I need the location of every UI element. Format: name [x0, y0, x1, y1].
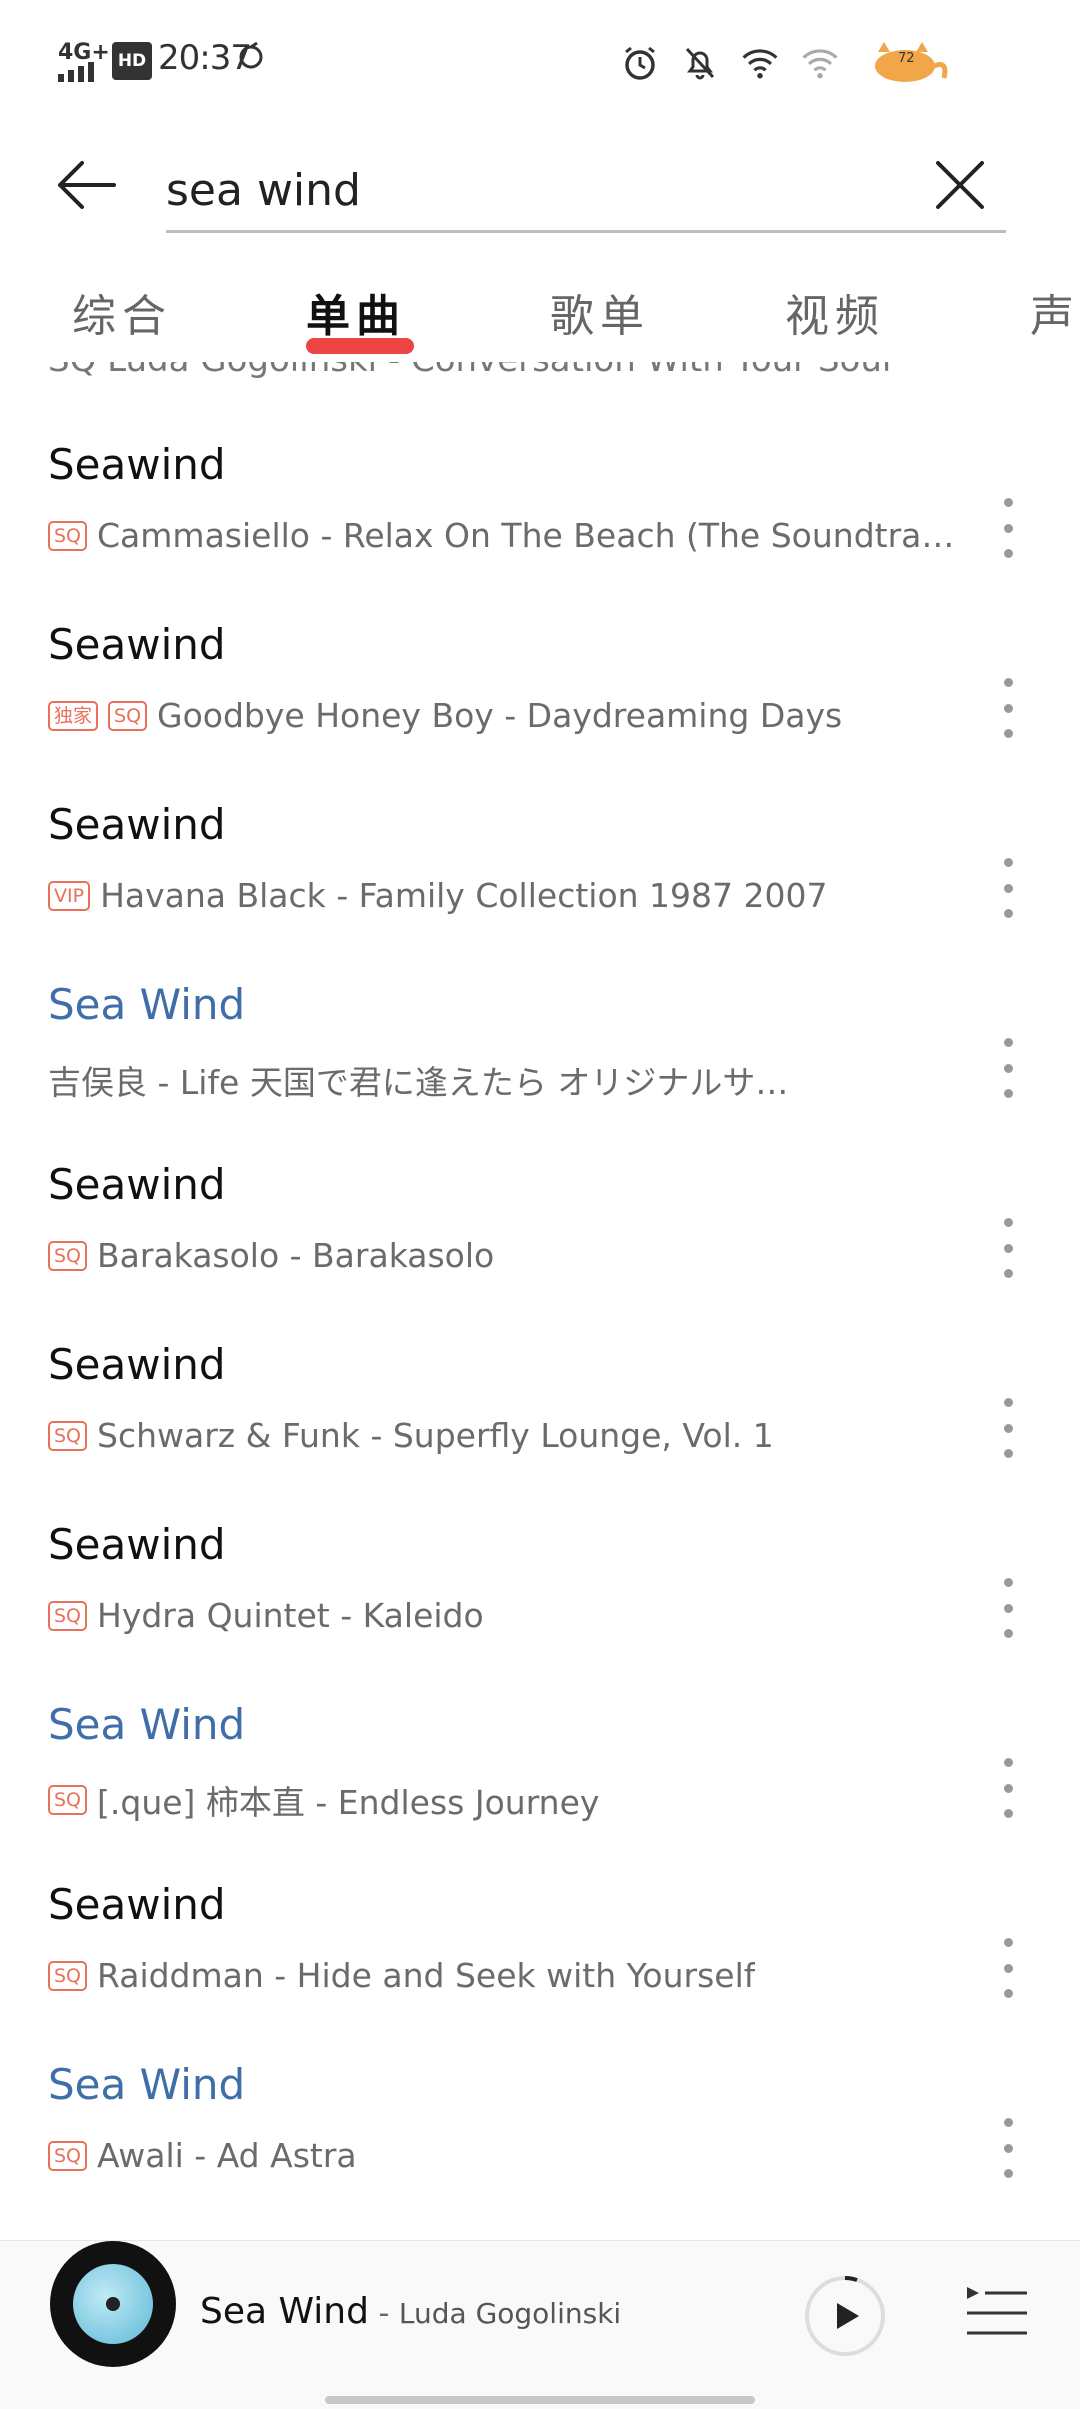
song-title: Seawind [48, 1340, 226, 1389]
song-row[interactable]: Sea Wind SQ [.que] 柿本直 - Endless Journey [0, 1700, 1080, 1880]
quality-badge: SQ [48, 1240, 88, 1271]
more-options-icon[interactable] [996, 1578, 1020, 1638]
quality-badge: VIP [48, 880, 91, 911]
more-options-icon[interactable] [996, 1218, 1020, 1278]
more-options-icon[interactable] [996, 498, 1020, 558]
song-row[interactable]: Seawind 独家 SQ Goodbye Honey Boy - Daydreami… [0, 620, 1080, 800]
artist-album-text: [.que] 柿本直 - Endless Journey [97, 1783, 600, 1822]
song-title: Sea Wind [48, 2060, 246, 2109]
play-button[interactable] [800, 2271, 890, 2361]
search-input[interactable] [166, 150, 1006, 233]
battery-level: 72 [898, 51, 915, 66]
more-options-icon[interactable] [996, 1758, 1020, 1818]
artist-album-text: Awali - Ad Astra [97, 2136, 357, 2175]
quality-badge: SQ [48, 520, 88, 551]
alarm-icon [625, 46, 655, 80]
song-subtitle: SQ Awali - Ad Astra [48, 2136, 968, 2175]
song-subtitle: 吉俣良 - Life 天国で君に逢えたら オリジナルサ… [48, 1056, 968, 1104]
song-subtitle: SQ Raiddman - Hide and Seek with Yourself [48, 1956, 968, 1995]
song-results-list: Seawind SQ Cammasiello - Relax On The Beac… [0, 440, 1080, 2240]
tab-songs[interactable]: 单曲 [306, 280, 406, 344]
now-playing-info[interactable]: Sea Wind - Luda Gogolinski [200, 2291, 621, 2332]
song-subtitle: SQ [.que] 柿本直 - Endless Journey [48, 1776, 968, 1824]
more-options-icon[interactable] [996, 858, 1020, 918]
playlist-queue-icon[interactable] [965, 2283, 1029, 2343]
status-bar: 4G+ HD 20:37 72 [0, 0, 1080, 120]
result-tabs: 综合 单曲 歌单 视频 声 [0, 280, 1080, 360]
wifi-icon [742, 49, 778, 79]
quality-badge: SQ [48, 1600, 88, 1631]
quality-badge: SQ [108, 700, 148, 731]
close-icon[interactable] [930, 155, 990, 215]
tab-playlists[interactable]: 歌单 [550, 280, 650, 344]
artist-album-text: Cammasiello - Relax On The Beach (The So… [97, 516, 968, 555]
song-row[interactable]: Seawind VIP Havana Black - Family Collecti… [0, 800, 1080, 980]
song-title: Seawind [48, 1160, 226, 1209]
wifi-secondary-icon [802, 49, 838, 79]
song-title: Seawind [48, 620, 226, 669]
mini-player[interactable]: Sea Wind - Luda Gogolinski [0, 2240, 1080, 2409]
song-row[interactable]: Sea Wind 吉俣良 - Life 天国で君に逢えたら オリジナルサ… [0, 980, 1080, 1160]
song-row[interactable]: Seawind SQ Schwarz & Funk - Superfly Loung… [0, 1340, 1080, 1520]
album-cover[interactable] [50, 2241, 176, 2367]
song-title: Sea Wind [48, 980, 246, 1029]
quality-badge: SQ [48, 1785, 88, 1815]
mute-bell-icon [685, 47, 715, 80]
quality-badge: SQ [48, 2140, 88, 2171]
artist-album-text: Raiddman - Hide and Seek with Yourself [97, 1956, 756, 1995]
song-subtitle: VIP Havana Black - Family Collection 1987… [48, 876, 968, 915]
more-options-icon[interactable] [996, 2118, 1020, 2178]
song-title: Sea Wind [48, 1700, 246, 1749]
song-title: Seawind [48, 440, 226, 489]
sync-icon [239, 41, 263, 69]
now-playing-title: Sea Wind [200, 2291, 369, 2332]
song-subtitle: 独家 SQ Goodbye Honey Boy - Daydreaming Days [48, 696, 968, 735]
more-options-icon[interactable] [996, 1938, 1020, 1998]
song-title: Seawind [48, 800, 226, 849]
artist-album-text: 吉俣良 - Life 天国で君に逢えたら オリジナルサ… [48, 1063, 789, 1102]
signal-icon [58, 62, 94, 82]
quality-badge: 独家 [48, 700, 99, 731]
song-row[interactable]: Seawind SQ Barakasolo - Barakasolo [0, 1160, 1080, 1340]
artist-album-text: Goodbye Honey Boy - Daydreaming Days [157, 696, 843, 735]
song-title: Seawind [48, 1520, 226, 1569]
tab-audio[interactable]: 声 [1030, 280, 1080, 344]
hd-icon: HD [112, 42, 152, 80]
home-indicator[interactable] [325, 2396, 755, 2404]
song-row[interactable]: Sea Wind SQ Awali - Ad Astra [0, 2060, 1080, 2240]
now-playing-artist: Luda Gogolinski [398, 2297, 622, 2330]
more-options-icon[interactable] [996, 1398, 1020, 1458]
song-row[interactable]: Seawind SQ Raiddman - Hide and Seek with Y… [0, 1880, 1080, 2060]
artist-album-text: Barakasolo - Barakasolo [97, 1236, 495, 1275]
quality-badge: SQ [48, 1960, 88, 1991]
back-arrow-icon[interactable] [50, 150, 120, 220]
song-subtitle: SQ Barakasolo - Barakasolo [48, 1236, 968, 1275]
battery-pet-icon: 72 [875, 42, 948, 82]
song-subtitle: SQ Schwarz & Funk - Superfly Lounge, Vol.… [48, 1416, 968, 1455]
song-subtitle: SQ Hydra Quintet - Kaleido [48, 1596, 968, 1635]
artist-album-text: Hydra Quintet - Kaleido [97, 1596, 484, 1635]
more-options-icon[interactable] [996, 678, 1020, 738]
artist-album-text: Havana Black - Family Collection 1987 20… [100, 876, 828, 915]
now-playing-separator: - [368, 2296, 399, 2331]
quality-badge: SQ [48, 1420, 88, 1451]
tab-overall[interactable]: 综合 [72, 280, 172, 344]
song-subtitle: SQ Cammasiello - Relax On The Beach (The … [48, 516, 968, 555]
more-options-icon[interactable] [996, 1038, 1020, 1098]
tab-videos[interactable]: 视频 [785, 280, 885, 344]
artist-album-text: Schwarz & Funk - Superfly Lounge, Vol. 1 [97, 1416, 774, 1455]
song-title: Seawind [48, 1880, 226, 1929]
active-tab-indicator [306, 338, 414, 354]
song-row[interactable]: Seawind SQ Cammasiello - Relax On The Beac… [0, 440, 1080, 620]
song-row[interactable]: Seawind SQ Hydra Quintet - Kaleido [0, 1520, 1080, 1700]
list-item-partial: SQ Luda Gogolinski - Conversation With Y… [48, 362, 1038, 392]
